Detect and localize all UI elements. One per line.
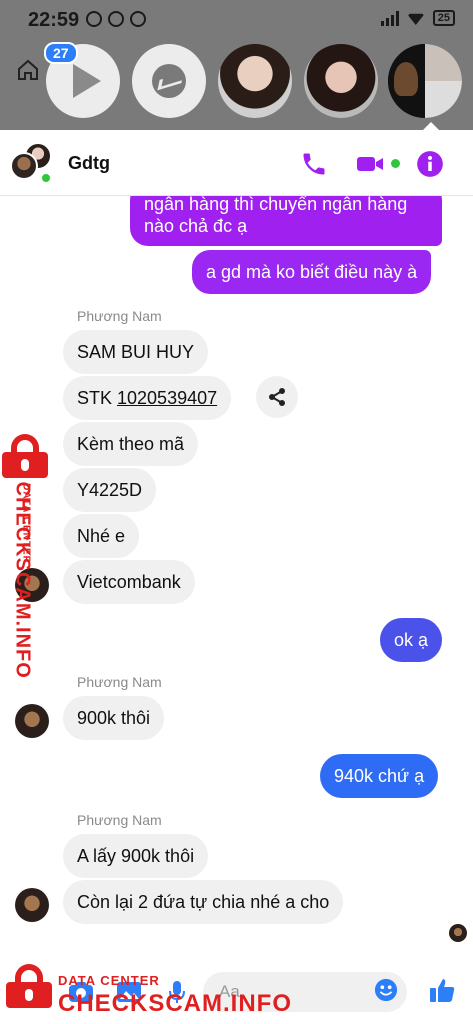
facebook-notif-icon: [130, 11, 146, 27]
message-incoming[interactable]: Vietcombank: [63, 560, 195, 604]
unread-badge: 27: [44, 42, 78, 64]
like-icon[interactable]: [428, 976, 456, 1004]
watermark-big-text: CHECKSCAM.INFO: [58, 990, 292, 1017]
signal-icon: [380, 10, 399, 26]
message-incoming[interactable]: A lấy 900k thôi: [63, 834, 209, 878]
status-time: 22:59: [28, 9, 80, 31]
mute-icon: [86, 11, 102, 27]
group-chathead[interactable]: [388, 44, 462, 118]
messenger-chathead[interactable]: [132, 44, 206, 118]
message-incoming[interactable]: Còn lại 2 đứa tự chia nhé a cho: [63, 880, 344, 924]
account-number-link[interactable]: 1020539407: [117, 388, 217, 408]
share-icon: [269, 388, 285, 406]
status-bar: 22:59 25: [0, 0, 473, 40]
message-incoming[interactable]: SAM BUI HUY: [63, 330, 209, 374]
message-outgoing[interactable]: ok ạ: [380, 618, 443, 662]
message-outgoing[interactable]: 940k chứ ạ: [320, 754, 439, 798]
home-icon[interactable]: [16, 58, 40, 82]
emoji-icon[interactable]: [373, 978, 399, 1002]
sender-avatar[interactable]: [15, 704, 49, 738]
message-list[interactable]: ngân hàng thì chuyển ngân hàng nào chả đ…: [0, 182, 473, 956]
share-button[interactable]: [256, 376, 298, 418]
message-incoming[interactable]: Y4225D: [63, 468, 157, 512]
watermark-vertical: DATA CENTER CHECKSCAM.INFO: [11, 481, 34, 679]
watermark-lock-icon: [2, 434, 48, 478]
call-active-dot: [391, 159, 400, 168]
online-indicator: [40, 172, 52, 184]
play-icon: [73, 64, 101, 98]
wifi-icon: [406, 13, 425, 25]
message-incoming[interactable]: STK 1020539407: [63, 376, 232, 420]
notification-icons: [86, 11, 146, 27]
sender-avatar[interactable]: [15, 888, 49, 922]
chat-header: Gdtg: [0, 130, 473, 196]
message-incoming[interactable]: 900k thôi: [63, 696, 165, 740]
sender-name: Phương Nam: [77, 674, 162, 690]
video-call-icon[interactable]: [356, 150, 384, 178]
messenger-icon: [152, 64, 186, 98]
message-incoming[interactable]: Nhé e: [63, 514, 140, 558]
watermark-small-text: DATA CENTER: [58, 973, 160, 988]
message-incoming[interactable]: Kèm theo mã: [63, 422, 199, 466]
info-icon[interactable]: [416, 150, 444, 178]
messenger-notif-icon: [108, 11, 124, 27]
message-outgoing[interactable]: a gd mà ko biết điều này à: [192, 250, 432, 294]
chat-title[interactable]: Gdtg: [68, 153, 110, 174]
seen-indicator: [449, 924, 467, 942]
contact-chathead-2[interactable]: [304, 44, 378, 118]
contact-chathead-1[interactable]: [218, 44, 292, 118]
sender-name: Phương Nam: [77, 308, 162, 324]
sender-name: Phương Nam: [77, 812, 162, 828]
battery-icon: 25: [432, 10, 455, 26]
group-avatar[interactable]: [10, 142, 52, 184]
status-indicators: 25: [380, 10, 455, 26]
phone-icon[interactable]: [300, 150, 328, 178]
watermark-lock-icon: [6, 964, 52, 1008]
chat-panel: Gdtg ngân hàng thì chuyển ngân hàng nào …: [0, 130, 473, 1024]
